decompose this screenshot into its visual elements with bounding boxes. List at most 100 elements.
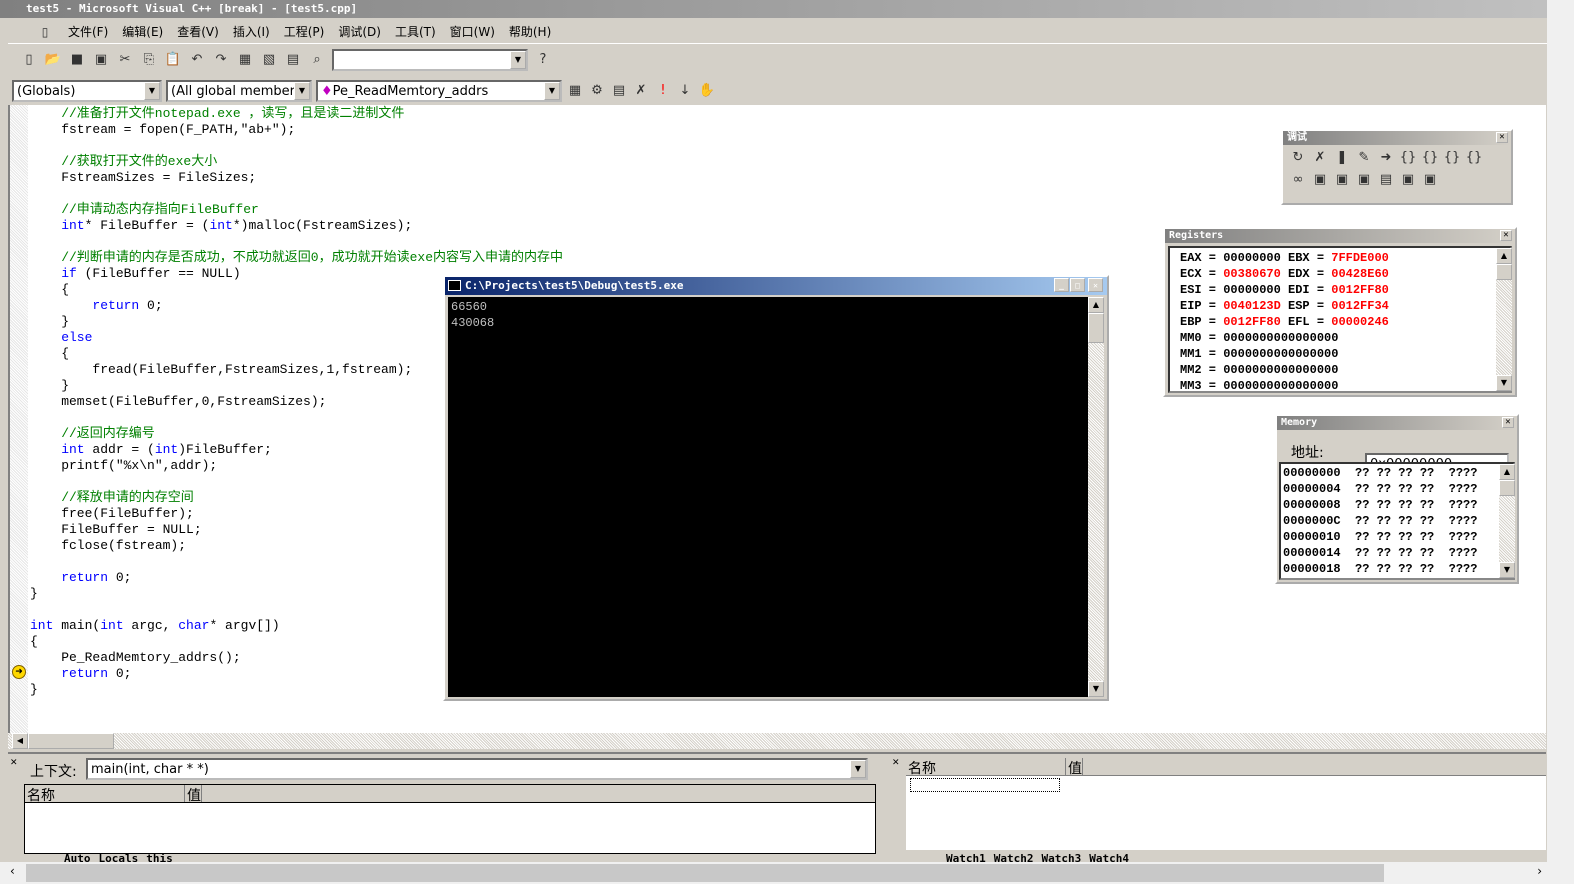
scroll-left-button[interactable]: ◀: [12, 733, 28, 749]
step-out-icon[interactable]: {}: [1443, 149, 1461, 167]
tab-this[interactable]: this: [146, 852, 173, 862]
memory-icon[interactable]: ▤: [1377, 171, 1395, 189]
disassembly-icon[interactable]: ▣: [1421, 171, 1439, 189]
cut-icon[interactable]: ✂: [116, 51, 134, 69]
document-icon[interactable]: ▯: [36, 23, 54, 41]
save-all-icon[interactable]: ▣: [92, 51, 110, 69]
scroll-up-button[interactable]: ▲: [1088, 297, 1104, 313]
compile-icon[interactable]: ⚙: [588, 82, 606, 100]
scroll-up-button[interactable]: ▲: [1496, 248, 1512, 264]
filter-combo[interactable]: (All global members ▼: [166, 80, 312, 102]
restart-icon[interactable]: ↻: [1289, 149, 1307, 167]
console-window[interactable]: C:\Projects\test5\Debug\test5.exe _ □ ✕ …: [443, 275, 1109, 701]
registers-scrollbar[interactable]: ▲ ▼: [1496, 248, 1512, 391]
chevron-down-icon[interactable]: ▼: [510, 51, 526, 69]
chevron-down-icon[interactable]: ▼: [144, 82, 160, 100]
scroll-left-icon[interactable]: ‹: [10, 864, 15, 878]
close-icon[interactable]: ✕: [892, 758, 900, 768]
tab-watch1[interactable]: Watch1: [946, 852, 986, 862]
help-binoculars-icon[interactable]: ?: [534, 51, 552, 69]
new-watch-entry[interactable]: [910, 778, 1060, 792]
stop-build-icon[interactable]: ✗: [632, 82, 650, 100]
maximize-button[interactable]: □: [1070, 278, 1085, 292]
scroll-thumb[interactable]: [28, 733, 114, 749]
chevron-down-icon[interactable]: ▼: [850, 760, 866, 778]
workspace-icon[interactable]: ▦: [236, 51, 254, 69]
tab-locals[interactable]: Locals: [99, 852, 139, 862]
find-combo[interactable]: ▼: [332, 49, 528, 71]
column-name[interactable]: 名称: [906, 758, 1066, 777]
function-combo[interactable]: ♦ Pe_ReadMemtory_addrs ▼: [316, 80, 562, 102]
scroll-down-button[interactable]: ▼: [1496, 375, 1512, 391]
find-in-files-icon[interactable]: ⌕: [308, 51, 326, 69]
chevron-down-icon[interactable]: ▼: [544, 82, 560, 100]
copy-icon[interactable]: ⎘: [140, 51, 158, 69]
run-to-cursor-icon[interactable]: {}: [1465, 149, 1483, 167]
context-combo[interactable]: main(int, char * *) ▼: [86, 758, 868, 780]
menu-item[interactable]: 文件(F): [68, 23, 108, 40]
close-icon[interactable]: ✕: [1502, 417, 1514, 428]
outer-scrollbar[interactable]: [1547, 0, 1574, 884]
column-value[interactable]: 值: [185, 785, 202, 804]
menu-item[interactable]: 窗口(W): [450, 23, 495, 40]
memory-scrollbar[interactable]: ▲ ▼: [1499, 464, 1515, 578]
stop-debugging-icon[interactable]: ✗: [1311, 149, 1329, 167]
save-icon[interactable]: ■: [68, 51, 86, 69]
paste-icon[interactable]: 📋: [164, 51, 182, 69]
tab-auto[interactable]: Auto: [64, 852, 91, 862]
apply-code-changes-icon[interactable]: ✎: [1355, 149, 1373, 167]
registers-icon[interactable]: ▣: [1355, 171, 1373, 189]
tab-watch4[interactable]: Watch4: [1089, 852, 1129, 862]
redo-icon[interactable]: ↷: [212, 51, 230, 69]
scroll-down-button[interactable]: ▼: [1499, 562, 1515, 578]
console-scrollbar[interactable]: ▲ ▼: [1088, 297, 1104, 697]
menu-item[interactable]: 工具(T): [395, 23, 436, 40]
scroll-thumb[interactable]: [1499, 480, 1515, 496]
menu-item[interactable]: 调试(D): [338, 23, 381, 40]
bottom-scrollbar[interactable]: ‹ ›: [0, 862, 1574, 884]
breakpoint-hand-icon[interactable]: ✋: [698, 82, 716, 100]
close-icon[interactable]: ✕: [1500, 230, 1512, 241]
open-icon[interactable]: 📂: [44, 51, 62, 69]
window-list-icon[interactable]: ▤: [284, 51, 302, 69]
chevron-down-icon[interactable]: ▼: [294, 82, 310, 100]
watch-list[interactable]: 名称值: [906, 758, 1546, 850]
scroll-down-button[interactable]: ▼: [1088, 681, 1104, 697]
close-button[interactable]: ✕: [1088, 278, 1103, 292]
show-next-statement-icon[interactable]: ➜: [1377, 149, 1395, 167]
menu-item[interactable]: 工程(P): [284, 23, 325, 40]
variables-list[interactable]: 名称值: [24, 784, 876, 854]
wizard-action-icon[interactable]: ▦: [566, 82, 584, 100]
menu-item[interactable]: 帮助(H): [509, 23, 551, 40]
build-icon[interactable]: ▤: [610, 82, 628, 100]
undo-icon[interactable]: ↶: [188, 51, 206, 69]
editor-hscrollbar[interactable]: ◀: [8, 733, 1546, 749]
menu-item[interactable]: 编辑(E): [122, 23, 163, 40]
execute-icon[interactable]: !: [654, 82, 672, 100]
call-stack-icon[interactable]: ▣: [1399, 171, 1417, 189]
scroll-thumb[interactable]: [1496, 264, 1512, 280]
new-text-icon[interactable]: ▯: [20, 51, 38, 69]
scroll-thumb[interactable]: [26, 864, 1384, 882]
menu-item[interactable]: 插入(I): [233, 23, 270, 40]
column-value[interactable]: 值: [1066, 758, 1083, 777]
scroll-up-button[interactable]: ▲: [1499, 464, 1515, 480]
break-icon[interactable]: ❚: [1333, 149, 1351, 167]
scroll-right-icon[interactable]: ›: [1537, 864, 1542, 878]
tab-watch3[interactable]: Watch3: [1042, 852, 1082, 862]
step-into-icon[interactable]: {}: [1399, 149, 1417, 167]
go-icon[interactable]: ↓: [676, 82, 694, 100]
scroll-thumb[interactable]: [1088, 313, 1104, 343]
tab-watch2[interactable]: Watch2: [994, 852, 1034, 862]
menu-item[interactable]: 查看(V): [177, 23, 219, 40]
output-icon[interactable]: ▧: [260, 51, 278, 69]
minimize-button[interactable]: _: [1054, 278, 1069, 292]
variables-icon[interactable]: ▣: [1333, 171, 1351, 189]
close-icon[interactable]: ✕: [1496, 132, 1508, 143]
column-name[interactable]: 名称: [25, 785, 185, 804]
scope-combo[interactable]: (Globals) ▼: [12, 80, 162, 102]
quickwatch-icon[interactable]: ∞: [1289, 171, 1307, 189]
step-over-icon[interactable]: {}: [1421, 149, 1439, 167]
close-icon[interactable]: ✕: [10, 758, 18, 768]
watch-icon[interactable]: ▣: [1311, 171, 1329, 189]
